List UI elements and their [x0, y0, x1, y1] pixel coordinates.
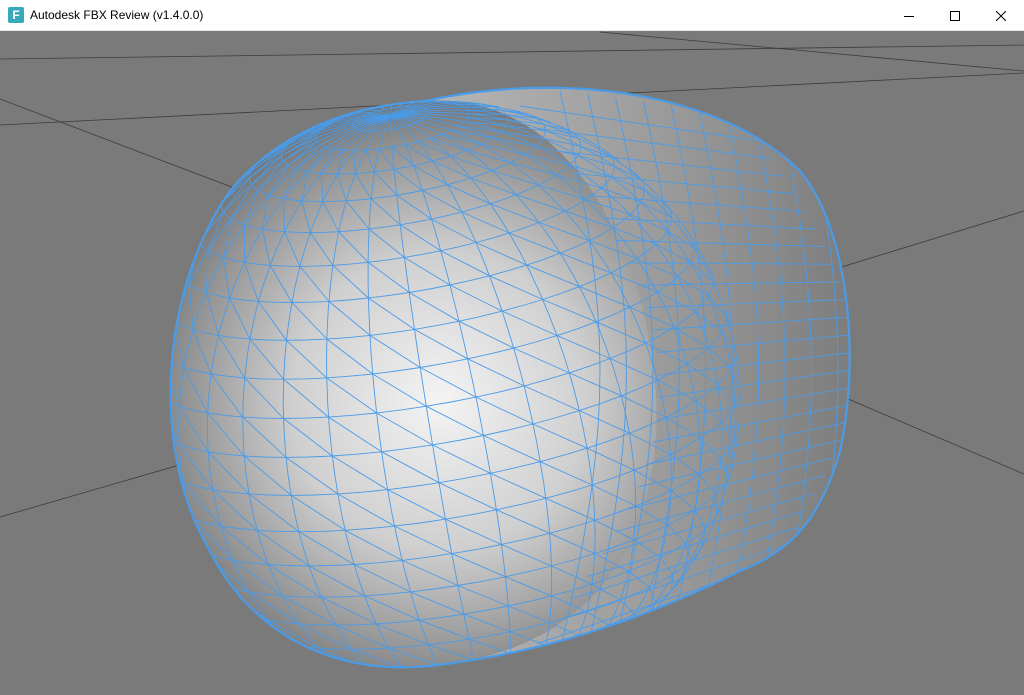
mesh-diagonal-edge	[340, 668, 389, 684]
mesh-diagonal-edge	[163, 311, 164, 359]
mesh-diagonal-edge	[556, 671, 558, 676]
mesh-diagonal-edge	[341, 681, 388, 694]
3d-viewport[interactable]	[0, 31, 1024, 695]
mesh-diagonal-edge	[370, 669, 417, 683]
mesh-diagonal-edge	[363, 684, 408, 695]
mesh-diagonal-edge	[145, 424, 162, 473]
mesh-diagonal-edge	[152, 348, 159, 397]
mesh-diagonal-edge	[610, 636, 618, 648]
mesh-diagonal-edge	[389, 684, 432, 694]
minimize-icon	[904, 15, 914, 17]
mesh-diagonal-edge	[464, 106, 493, 108]
minimize-button[interactable]	[886, 0, 932, 31]
mesh-diagonal-edge	[437, 664, 479, 668]
mesh-diagonal-edge	[545, 644, 569, 657]
viewport-canvas[interactable]	[0, 31, 1024, 695]
grid-line	[834, 210, 1024, 270]
mesh-diagonal-edge	[482, 689, 505, 692]
mesh-diagonal-edge	[571, 663, 578, 668]
fbx-review-app-icon: F	[8, 7, 24, 23]
mesh-diagonal-edge	[277, 653, 324, 668]
mesh-diagonal-edge	[146, 386, 158, 436]
mesh-diagonal-edge	[146, 336, 148, 386]
close-icon	[996, 10, 1006, 21]
grid-line	[0, 458, 201, 518]
mesh-diagonal-edge	[189, 565, 224, 607]
mesh-diagonal-edge	[313, 664, 364, 668]
window-controls	[886, 0, 1024, 31]
mesh-diagonal-edge	[479, 677, 508, 684]
mesh-diagonal-edge	[533, 678, 542, 682]
maximize-button[interactable]	[932, 0, 978, 31]
app-window: F Autodesk FBX Review (v1.4.0.0)	[0, 0, 1024, 695]
mesh-diagonal-edge	[141, 373, 144, 424]
mesh-diagonal-edge	[170, 533, 202, 578]
mesh-diagonal-edge	[568, 655, 578, 665]
capsule-model[interactable]	[140, 86, 855, 695]
mesh-diagonal-edge	[293, 659, 341, 668]
mesh-diagonal-edge	[403, 668, 448, 681]
mesh-diagonal-edge	[152, 300, 159, 349]
window-title: Autodesk FBX Review (v1.4.0.0)	[30, 8, 204, 22]
mesh-diagonal-edge	[540, 663, 557, 668]
mesh-diagonal-edge	[508, 684, 524, 688]
mesh-diagonal-edge	[593, 646, 597, 656]
grid-line	[847, 398, 1024, 475]
mesh-diagonal-edge	[510, 671, 533, 678]
mesh-diagonal-edge	[170, 264, 176, 312]
maximize-icon	[950, 10, 960, 21]
grid-line	[0, 98, 251, 195]
title-bar[interactable]: F Autodesk FBX Review (v1.4.0.0)	[0, 0, 1024, 31]
mesh-diagonal-edge	[510, 653, 541, 665]
mesh-latitude-line	[444, 684, 537, 695]
close-button[interactable]	[978, 0, 1024, 31]
mesh-diagonal-edge	[323, 677, 369, 692]
mesh-diagonal-edge	[474, 659, 510, 668]
mesh-diagonal-edge	[170, 498, 185, 545]
mesh-diagonal-edge	[447, 681, 482, 689]
grid-line	[599, 31, 1024, 72]
mesh-latitude-line	[392, 663, 584, 668]
mesh-latitude-line	[610, 639, 622, 648]
mesh-diagonal-edge	[578, 635, 595, 647]
mesh-diagonal-edge	[417, 684, 457, 693]
